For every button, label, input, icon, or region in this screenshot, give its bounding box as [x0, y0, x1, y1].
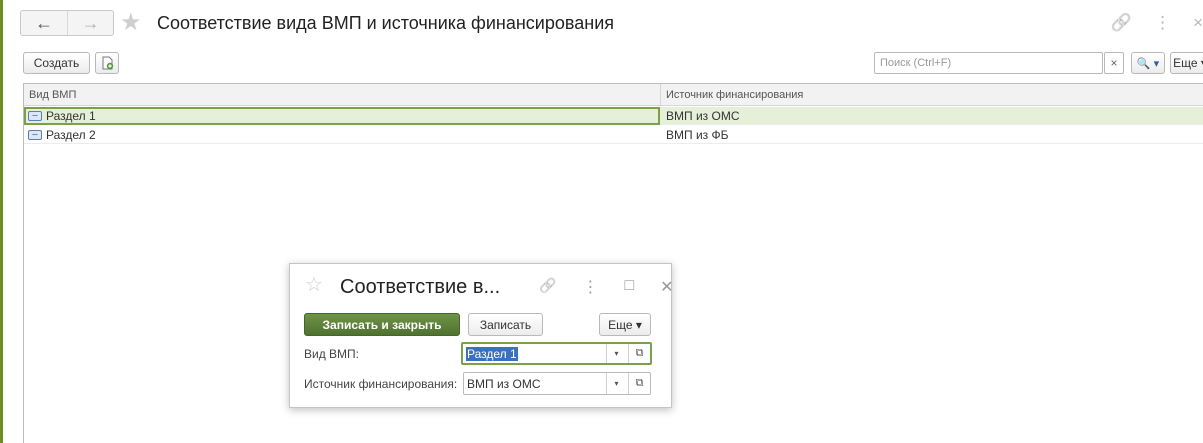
more-button[interactable]: Еще ▾ [599, 313, 651, 336]
cell-vid[interactable]: ∼ Раздел 1 [24, 107, 660, 125]
table-header: Вид ВМП Источник финансирования [24, 84, 1203, 106]
title-actions: 🔗 ⋮ × [1111, 13, 1203, 33]
link-icon[interactable]: 🔗 [539, 277, 556, 297]
cell-vid-text: Раздел 2 [46, 128, 96, 142]
field-label-source: Источник финансирования: [304, 377, 458, 391]
vid-vmp-field[interactable]: Раздел 1 ▾ ⧉ [461, 342, 652, 365]
catalog-item-icon: ∼ [28, 111, 42, 121]
open-item-icon[interactable]: ⧉ [628, 373, 650, 394]
field-label-vid: Вид ВМП: [304, 347, 360, 361]
column-header-vid[interactable]: Вид ВМП [29, 89, 76, 101]
more-button[interactable]: Еще ▾ [1170, 52, 1203, 74]
search-button[interactable]: 🔍 ▾ [1131, 52, 1165, 74]
forward-button[interactable]: → [67, 11, 113, 35]
arrow-left-icon: ← [35, 12, 53, 33]
navigation-group: ← → [20, 10, 114, 36]
cell-vid[interactable]: ∼ Раздел 2 [24, 126, 660, 144]
favorite-star-icon[interactable]: ☆ [305, 274, 323, 296]
more-vertical-icon[interactable]: ⋮ [582, 277, 598, 297]
dialog-actions: 🔗 ⋮ □ ✕ [539, 277, 674, 297]
edit-record-dialog: ☆ Соответствие в... 🔗 ⋮ □ ✕ Записать и з… [289, 263, 674, 408]
close-icon[interactable]: ✕ [660, 277, 673, 297]
arrow-right-icon: → [81, 12, 100, 33]
funding-source-field[interactable]: ВМП из ОМС ▾ ⧉ [463, 372, 651, 395]
chevron-down-icon[interactable]: ▾ [606, 373, 626, 394]
save-and-close-button[interactable]: Записать и закрыть [304, 313, 460, 336]
favorite-star-icon[interactable]: ★ [120, 10, 142, 36]
cell-source[interactable]: ВМП из ОМС [666, 109, 740, 123]
back-button[interactable]: ← [21, 11, 67, 35]
chevron-down-icon[interactable]: ▾ [606, 344, 626, 363]
cell-source[interactable]: ВМП из ФБ [666, 128, 729, 142]
column-header-source[interactable]: Источник финансирования [666, 89, 803, 101]
title-bar: ← → ★ Соответствие вида ВМП и источника … [12, 10, 1203, 38]
copy-document-button[interactable] [95, 52, 119, 74]
list-toolbar: Создать Поиск (Ctrl+F) × 🔍 ▾ Еще ▾ [23, 52, 1203, 74]
table-row[interactable]: ∼ Раздел 2 ВМП из ФБ [24, 126, 1203, 144]
document-plus-icon [102, 56, 114, 70]
link-icon[interactable]: 🔗 [1111, 13, 1132, 33]
open-item-icon[interactable]: ⧉ [628, 344, 650, 363]
search-input[interactable]: Поиск (Ctrl+F) [874, 52, 1103, 74]
catalog-item-icon: ∼ [28, 130, 42, 140]
left-accent-strip [0, 0, 3, 443]
table-row[interactable]: ∼ Раздел 1 ВМП из ОМС [24, 107, 1203, 125]
column-divider[interactable] [660, 84, 661, 106]
save-button[interactable]: Записать [468, 313, 543, 336]
field-value: Раздел 1 [466, 346, 518, 361]
page-title: Соответствие вида ВМП и источника финанс… [157, 13, 614, 33]
search-clear-button[interactable]: × [1104, 52, 1124, 74]
cell-vid-text: Раздел 1 [46, 109, 96, 123]
close-icon[interactable]: × [1193, 13, 1203, 33]
dialog-title: Соответствие в... [340, 276, 501, 298]
field-value: ВМП из ОМС [467, 376, 541, 391]
maximize-icon[interactable]: □ [624, 277, 634, 297]
more-vertical-icon[interactable]: ⋮ [1154, 13, 1171, 33]
create-button[interactable]: Создать [23, 52, 90, 74]
